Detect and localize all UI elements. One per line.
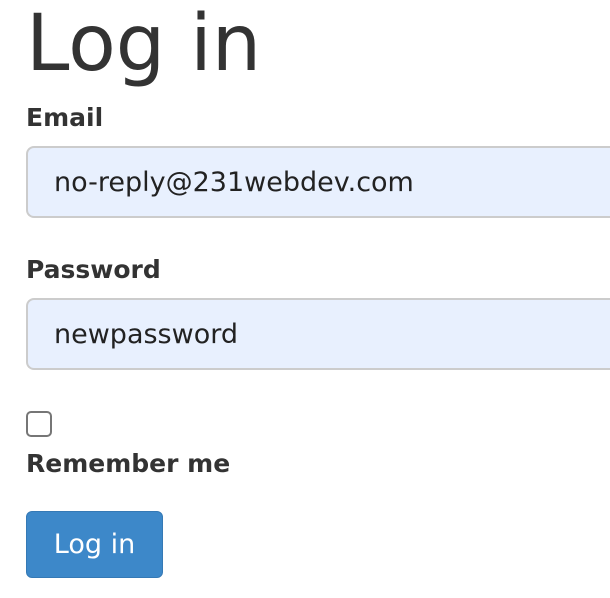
password-label: Password	[26, 255, 161, 284]
login-button[interactable]: Log in	[26, 511, 163, 578]
password-input[interactable]	[26, 298, 610, 370]
email-input[interactable]	[26, 146, 610, 218]
remember-me-checkbox[interactable]	[26, 411, 52, 437]
email-label: Email	[26, 103, 104, 132]
remember-me-label[interactable]: Remember me	[26, 449, 230, 479]
page-title: Log in	[26, 0, 262, 89]
